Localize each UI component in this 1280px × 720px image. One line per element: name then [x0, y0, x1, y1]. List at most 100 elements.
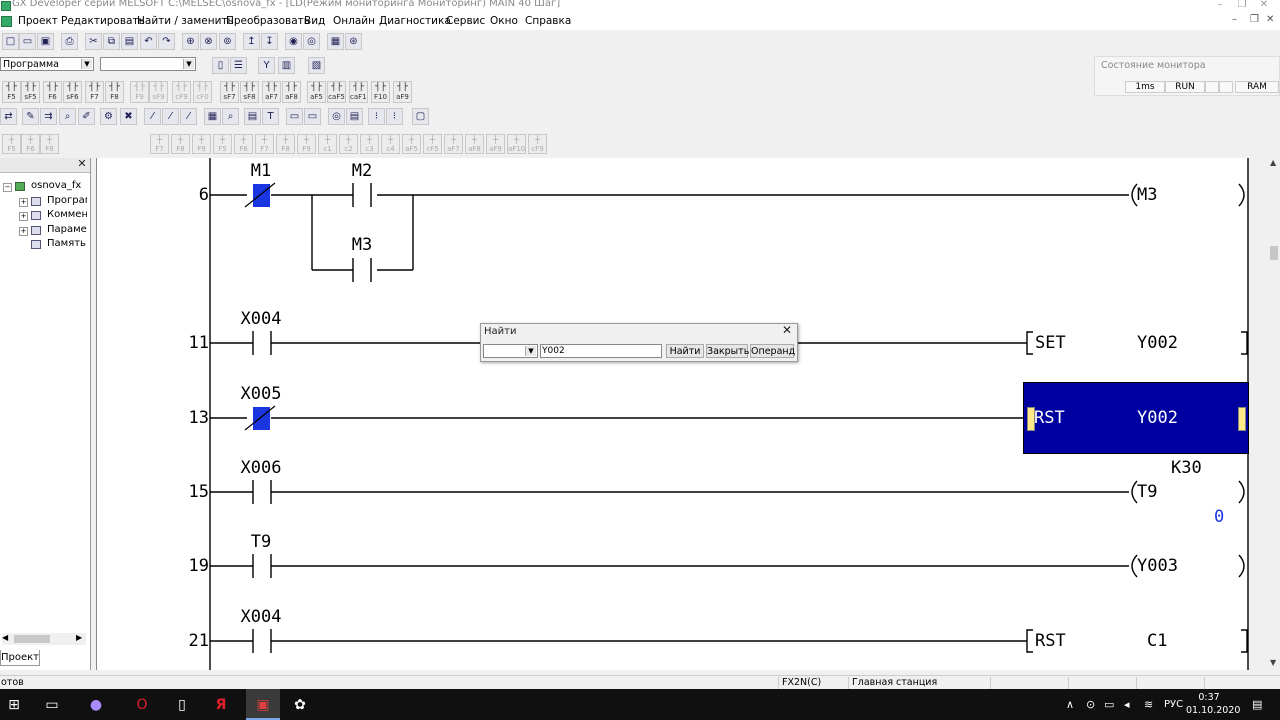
find-device-icon[interactable]: ⊕: [182, 33, 199, 50]
menu-online[interactable]: Онлайн: [333, 15, 375, 27]
scroll-right-icon[interactable]: ▶: [76, 633, 82, 642]
monitor-write-icon[interactable]: ✐: [78, 108, 95, 125]
sfc-symbol-button[interactable]: ┼ cF9: [528, 134, 547, 154]
tray-chevron-icon[interactable]: ∧: [1066, 698, 1074, 712]
ladder-symbol-button[interactable]: ┤├ F7: [85, 81, 104, 103]
ladder-symbol-button[interactable]: ┤├ cF0: [193, 81, 212, 103]
tool2-icon[interactable]: T: [262, 108, 279, 125]
menu-project[interactable]: Проект: [18, 15, 58, 27]
monitor-start-icon[interactable]: ◉: [285, 33, 302, 50]
read-mode-icon[interactable]: ⇉: [40, 108, 57, 125]
ladder-symbol-button[interactable]: ┤├ aF8: [282, 81, 301, 103]
sfc-symbol-button[interactable]: ┼ F9: [192, 134, 211, 154]
close-icon[interactable]: ✕: [780, 323, 794, 337]
batch-monitor-icon[interactable]: ▤: [346, 108, 363, 125]
ladder-editor[interactable]: 6 11 13 15 19 21 M1 M2 M3 X004 X005 X006…: [96, 158, 1249, 670]
menu-window[interactable]: Окно: [490, 15, 518, 27]
redo-icon[interactable]: ↷: [158, 33, 175, 50]
monitor-stop-icon[interactable]: ◎: [303, 33, 320, 50]
monitor-mode-icon[interactable]: ⌕: [59, 108, 76, 125]
selected-instruction-block[interactable]: RST Y002: [1023, 382, 1249, 454]
task-view-icon[interactable]: ▭: [44, 697, 60, 713]
notes-icon[interactable]: ▯: [174, 697, 190, 713]
ladder-symbol-button[interactable]: ┤├ aF5: [307, 81, 326, 103]
ladder-symbol-button[interactable]: ┤├ F8: [105, 81, 124, 103]
ladder-symbol-button[interactable]: ┤├ aF9: [393, 81, 412, 103]
sfc-symbol-button[interactable]: ┼ aF5: [402, 134, 421, 154]
tool5-icon[interactable]: ⁝: [368, 108, 385, 125]
comment-icon[interactable]: Y: [258, 57, 275, 74]
panel-horizontal-scrollbar[interactable]: ◀ ▶: [2, 633, 86, 645]
tray-speaker-icon[interactable]: ◂: [1124, 698, 1130, 712]
stop-test-icon[interactable]: ✖: [120, 108, 137, 125]
scroll-up-icon[interactable]: ▲: [1270, 158, 1276, 167]
read-plc-icon[interactable]: ↧: [261, 33, 278, 50]
sfc-symbol-button[interactable]: ┼ cF5: [423, 134, 442, 154]
edit2-icon[interactable]: ⁄: [162, 108, 179, 125]
close-dialog-button[interactable]: Закрыть: [706, 344, 749, 358]
close-button[interactable]: ✕: [1256, 0, 1272, 12]
ladder-symbol-button[interactable]: ┤├ aF7: [262, 81, 281, 103]
tray-wifi-icon[interactable]: ≋: [1144, 698, 1153, 712]
tool3-icon[interactable]: ▭: [286, 108, 303, 125]
sfc-symbol-button[interactable]: ┼ F7: [150, 134, 169, 154]
menu-diagnostics[interactable]: Диагностика: [379, 15, 451, 27]
paste-icon[interactable]: ▤: [121, 33, 138, 50]
menu-app-icon[interactable]: [1, 16, 12, 27]
tree-expand-icon[interactable]: +: [19, 212, 28, 221]
vertical-scrollbar[interactable]: ▲ ▼: [1268, 158, 1280, 670]
undo-icon[interactable]: ↶: [140, 33, 157, 50]
gx-developer-task[interactable]: ▣: [246, 689, 280, 720]
ladder-symbol-button[interactable]: ┤├ F5: [2, 81, 21, 103]
write-plc-icon[interactable]: ↥: [243, 33, 260, 50]
find-contact-icon[interactable]: ⊚: [219, 33, 236, 50]
mdi-close-button[interactable]: ✕: [1266, 14, 1274, 25]
tool7-icon[interactable]: ▢: [412, 108, 429, 125]
close-icon[interactable]: ✕: [76, 157, 88, 171]
mdi-restore-button[interactable]: ❐: [1250, 14, 1259, 25]
ladder-symbol-button[interactable]: ┤├ sF6: [63, 81, 82, 103]
sfc-symbol-button[interactable]: ┼ F8: [276, 134, 295, 154]
copy-icon[interactable]: ⧉: [103, 33, 120, 50]
tree-item-program[interactable]: Програм: [47, 195, 87, 206]
sfc-symbol-button[interactable]: ┼ F7: [255, 134, 274, 154]
edit3-icon[interactable]: ⁄: [180, 108, 197, 125]
sfc-symbol-button[interactable]: ┼ F8: [40, 134, 59, 154]
zoom-icon[interactable]: ⌕: [222, 108, 239, 125]
list-view-icon[interactable]: ☰: [230, 57, 247, 74]
scroll-left-icon[interactable]: ◀: [2, 633, 8, 642]
ladder-symbol-button[interactable]: ┤├ F10: [371, 81, 390, 103]
tray-clock[interactable]: 0:37 01.10.2020: [1186, 691, 1240, 717]
ladder-symbol-button[interactable]: ┤├ sF9: [149, 81, 168, 103]
sfc-symbol-button[interactable]: ┼ F9: [297, 134, 316, 154]
sfc-symbol-button[interactable]: ┼ F6: [21, 134, 40, 154]
tool1-icon[interactable]: ▤: [244, 108, 261, 125]
device-batch-icon[interactable]: ▦: [327, 33, 344, 50]
secondary-select[interactable]: ▼: [100, 57, 196, 71]
ladder-symbol-button[interactable]: ┤├caF10: [349, 81, 368, 103]
sfc-symbol-button[interactable]: ┼ aF9: [486, 134, 505, 154]
yandex-icon[interactable]: Я: [213, 697, 229, 713]
grid-icon[interactable]: ▦: [204, 108, 221, 125]
new-file-icon[interactable]: □: [2, 33, 19, 50]
convert-icon[interactable]: ⇄: [0, 108, 17, 125]
sfc-symbol-button[interactable]: ┼ aF10: [507, 134, 526, 154]
menu-view[interactable]: Вид: [304, 15, 325, 27]
app-icon[interactable]: ✿: [292, 697, 308, 713]
tool6-icon[interactable]: ⁝: [386, 108, 403, 125]
menu-find-replace[interactable]: Найти / заменить: [137, 15, 234, 27]
scroll-thumb[interactable]: [14, 635, 50, 643]
program-select[interactable]: Программа ▼: [0, 57, 94, 71]
opera-icon[interactable]: O: [134, 697, 150, 713]
sfc-symbol-button[interactable]: ┼ F5: [213, 134, 232, 154]
tray-settings-icon[interactable]: ⊙: [1086, 698, 1095, 712]
menu-edit[interactable]: Редактировать: [61, 15, 145, 27]
scroll-down-icon[interactable]: ▼: [1270, 658, 1276, 667]
sfc-symbol-button[interactable]: ┼ c3: [360, 134, 379, 154]
minimize-button[interactable]: –: [1212, 0, 1228, 12]
ladder-symbol-button[interactable]: ┤├ cF9: [172, 81, 191, 103]
ladder-symbol-button[interactable]: ┤├ sF5: [21, 81, 40, 103]
sfc-symbol-button[interactable]: ┼ c1: [318, 134, 337, 154]
tray-battery-icon[interactable]: ▭: [1104, 698, 1114, 712]
tool4-icon[interactable]: ▭: [304, 108, 321, 125]
